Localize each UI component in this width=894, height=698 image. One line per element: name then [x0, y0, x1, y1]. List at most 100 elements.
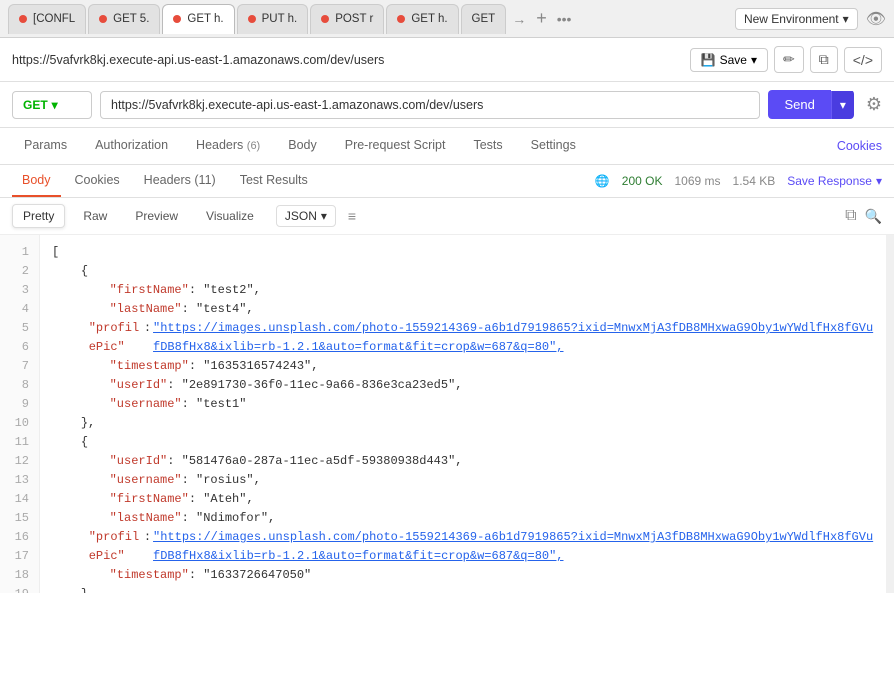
settings-icon[interactable]: ⚙: [866, 94, 882, 115]
tab-put[interactable]: PUT h.: [237, 4, 309, 34]
response-tab-headers[interactable]: Headers (11): [134, 165, 226, 197]
url-bar-area: https://5vafvrk8kj.execute-api.us-east-1…: [0, 38, 894, 82]
json-line: "profilePic": "https://images.unsplash.c…: [52, 528, 874, 566]
format-type-selector[interactable]: JSON ▾: [276, 205, 336, 227]
send-main-button[interactable]: Send: [768, 90, 830, 119]
more-tabs-button[interactable]: •••: [553, 11, 576, 27]
tab-get1[interactable]: GET 5.: [88, 4, 160, 34]
environment-selector[interactable]: New Environment ▾: [735, 8, 858, 30]
json-key: "firstName": [110, 490, 189, 509]
response-tab-body[interactable]: Body: [12, 165, 61, 197]
tab-dot: [397, 15, 405, 23]
url-input[interactable]: [100, 91, 760, 119]
eye-icon[interactable]: 👁: [866, 9, 886, 29]
format-preview-button[interactable]: Preview: [125, 205, 188, 227]
line-number: 15: [0, 509, 39, 528]
response-meta: 🌐 200 OK 1069 ms 1.54 KB Save Response ▾: [595, 174, 882, 188]
json-value: : "Ateh",: [189, 490, 254, 509]
json-line: "timestamp": "1633726647050": [52, 566, 874, 585]
tab-label: GET 5.: [113, 13, 149, 25]
copy-url-button[interactable]: ⧉: [810, 46, 838, 73]
headers-badge: (6): [247, 140, 260, 152]
json-bracket: {: [52, 262, 88, 281]
save-response-button[interactable]: Save Response ▾: [787, 174, 882, 188]
tab-label: GET h.: [187, 13, 223, 25]
response-size: 1.54 KB: [733, 174, 776, 188]
json-line: "username": "rosius",: [52, 471, 874, 490]
response-tab-testresults[interactable]: Test Results: [230, 165, 318, 197]
json-indent: [52, 566, 110, 585]
save-label: Save: [720, 53, 747, 67]
format-pretty-button[interactable]: Pretty: [12, 204, 65, 228]
tab-headers[interactable]: Headers (6): [184, 128, 272, 164]
json-key: "lastName": [110, 300, 182, 319]
filter-icon[interactable]: ≡: [348, 208, 356, 224]
tab-arrow[interactable]: →: [508, 11, 530, 27]
json-content[interactable]: [ { "firstName": "test2", "lastName": "t…: [40, 235, 886, 593]
line-number: 19: [0, 585, 39, 593]
line-number: 13: [0, 471, 39, 490]
search-response-icon[interactable]: 🔍: [865, 208, 882, 225]
json-key: "firstName": [110, 281, 189, 300]
json-indent: [52, 300, 110, 319]
cookies-button[interactable]: Cookies: [837, 139, 882, 153]
format-visualize-button[interactable]: Visualize: [196, 205, 264, 227]
line-number: 11: [0, 433, 39, 452]
json-indent: [52, 376, 110, 395]
code-button[interactable]: </>: [844, 47, 882, 73]
json-line: "lastName": "test4",: [52, 300, 874, 319]
json-bracket: },: [52, 585, 95, 593]
format-type-label: JSON: [285, 209, 317, 223]
copy-icon: ⧉: [819, 51, 829, 67]
tab-dot: [248, 15, 256, 23]
tab-params[interactable]: Params: [12, 128, 79, 164]
tab-dot: [99, 15, 107, 23]
response-tab-cookies[interactable]: Cookies: [65, 165, 130, 197]
save-response-chevron-icon: ▾: [876, 174, 882, 188]
json-line: "profilePic": "https://images.unsplash.c…: [52, 319, 874, 357]
tab-post[interactable]: POST r: [310, 4, 384, 34]
line-number: 6: [0, 338, 39, 357]
json-indent: [52, 490, 110, 509]
json-line: {: [52, 433, 874, 452]
tab-confl[interactable]: [CONFL: [8, 4, 86, 34]
format-raw-button[interactable]: Raw: [73, 205, 117, 227]
tab-body[interactable]: Body: [276, 128, 329, 164]
scrollbar[interactable]: [886, 235, 894, 593]
tab-prerequest[interactable]: Pre-request Script: [333, 128, 458, 164]
tab-label: GET: [472, 13, 496, 25]
tab-get2-active[interactable]: GET h.: [162, 4, 234, 34]
json-line: "timestamp": "1635316574243",: [52, 357, 874, 376]
json-value: : "1633726647050": [189, 566, 311, 585]
tab-tests[interactable]: Tests: [461, 128, 514, 164]
copy-response-icon[interactable]: ⧉: [845, 207, 856, 225]
json-link-value[interactable]: "https://images.unsplash.com/photo-15592…: [153, 528, 874, 566]
save-button[interactable]: 💾 Save ▾: [690, 48, 768, 72]
json-line: "lastName": "Ndimofor",: [52, 509, 874, 528]
send-dropdown-button[interactable]: ▾: [831, 91, 854, 119]
json-value: : "test4",: [182, 300, 254, 319]
json-link-value[interactable]: "https://images.unsplash.com/photo-15592…: [153, 319, 874, 357]
tab-settings[interactable]: Settings: [519, 128, 588, 164]
tab-bar: [CONFL GET 5. GET h. PUT h. POST r GET h…: [0, 0, 894, 38]
line-number: 14: [0, 490, 39, 509]
json-line: "userId": "581476a0-287a-11ec-a5df-59380…: [52, 452, 874, 471]
tab-get3[interactable]: GET h.: [386, 4, 458, 34]
json-key: "userId": [110, 452, 168, 471]
response-status: 200 OK: [622, 174, 663, 188]
edit-button[interactable]: ✏: [774, 46, 804, 73]
json-line: },: [52, 414, 874, 433]
add-tab-button[interactable]: +: [532, 8, 551, 29]
method-selector[interactable]: GET ▾: [12, 91, 92, 119]
tab-authorization[interactable]: Authorization: [83, 128, 180, 164]
json-value: : "581476a0-287a-11ec-a5df-59380938d443"…: [167, 452, 462, 471]
json-value: : "1635316574243",: [189, 357, 319, 376]
json-value: : "test1": [182, 395, 247, 414]
json-container: 1234567891011121314151617181920 [ { "fir…: [0, 235, 894, 593]
json-line: {: [52, 262, 874, 281]
line-number: 1: [0, 243, 39, 262]
environment-label: New Environment: [744, 12, 839, 26]
json-indent: [52, 528, 89, 566]
tab-get4[interactable]: GET: [461, 4, 507, 34]
send-button[interactable]: Send ▾: [768, 90, 853, 119]
